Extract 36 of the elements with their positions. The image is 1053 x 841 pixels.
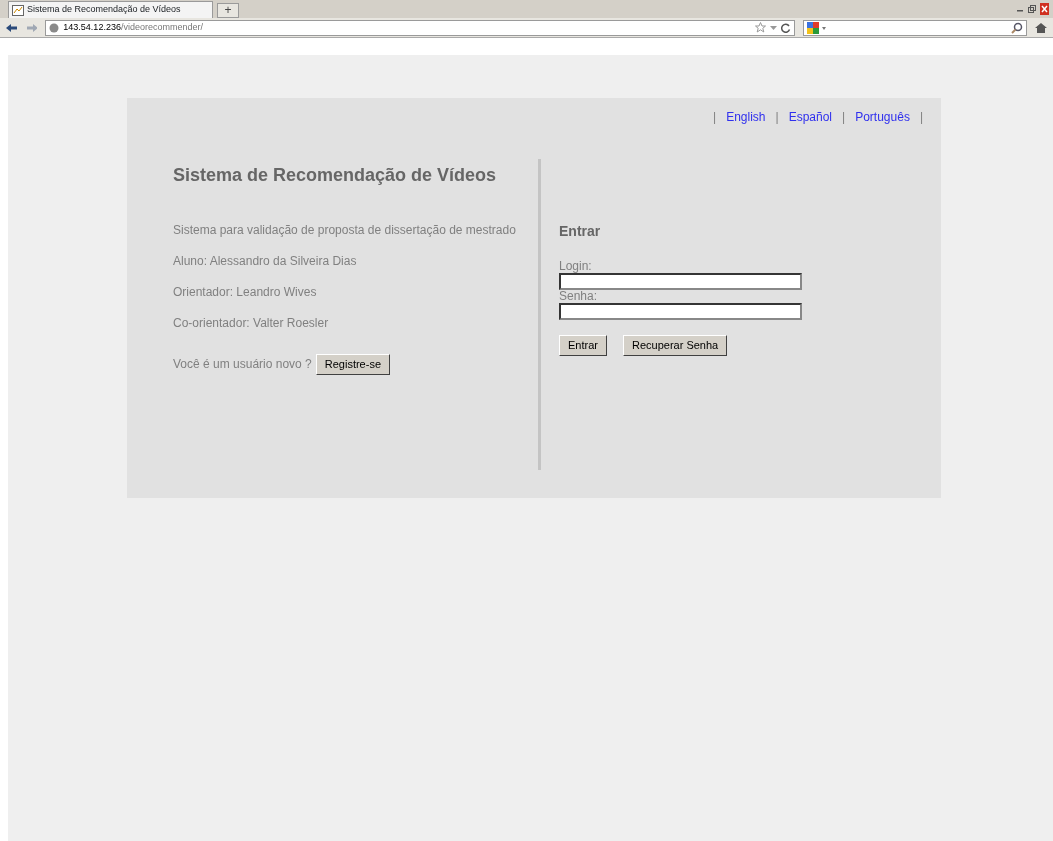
restore-icon[interactable] <box>1028 5 1036 13</box>
browser-tab[interactable]: Sistema de Recomendação de Vídeos <box>8 1 213 18</box>
info-text: Sistema para validação de proposta de dissertação de mestrado <box>173 223 517 237</box>
login-button[interactable]: Entrar <box>559 335 607 356</box>
new-tab-button[interactable]: + <box>217 3 239 18</box>
reload-icon[interactable] <box>781 22 792 33</box>
close-icon[interactable] <box>1040 3 1049 15</box>
info-text: Orientador: Leandro Wives <box>173 285 318 299</box>
new-user-text: Você é um usuário novo ? <box>173 356 312 374</box>
input-field[interactable] <box>559 303 802 320</box>
login-heading: Entrar <box>559 222 602 241</box>
info-text: Aluno: Alessandro da Silveira Dias <box>173 254 358 268</box>
dropdown-icon[interactable] <box>770 24 778 31</box>
register-button[interactable]: Registre-se <box>315 354 390 375</box>
separator: | <box>775 109 779 126</box>
recover-password-button[interactable]: Recuperar Senha <box>622 335 728 356</box>
field-label: Login: <box>559 260 593 273</box>
address-bar[interactable]: 143.54.12.236/videorecommender/ <box>45 19 796 36</box>
separator: | <box>842 109 846 126</box>
separator: | <box>919 109 923 126</box>
search-field[interactable] <box>803 19 1028 36</box>
star-icon[interactable] <box>755 22 767 33</box>
language-link[interactable]: Español <box>788 108 833 126</box>
page-title: Sistema de Recomendação de Vídeos <box>173 164 498 187</box>
search-engine-icon[interactable] <box>807 21 828 34</box>
language-link[interactable]: Português <box>855 108 910 126</box>
info-text: Co-orientador: Valter Roesler <box>173 316 330 330</box>
home-icon[interactable] <box>1035 21 1047 34</box>
back-icon[interactable] <box>6 22 18 33</box>
separator: | <box>713 109 717 126</box>
language-link[interactable]: English <box>726 108 766 126</box>
input-field[interactable] <box>559 273 802 290</box>
search-icon[interactable] <box>1011 21 1024 34</box>
field-label: Senha: <box>559 290 599 303</box>
page-icon <box>12 4 24 16</box>
globe-icon <box>49 22 60 33</box>
